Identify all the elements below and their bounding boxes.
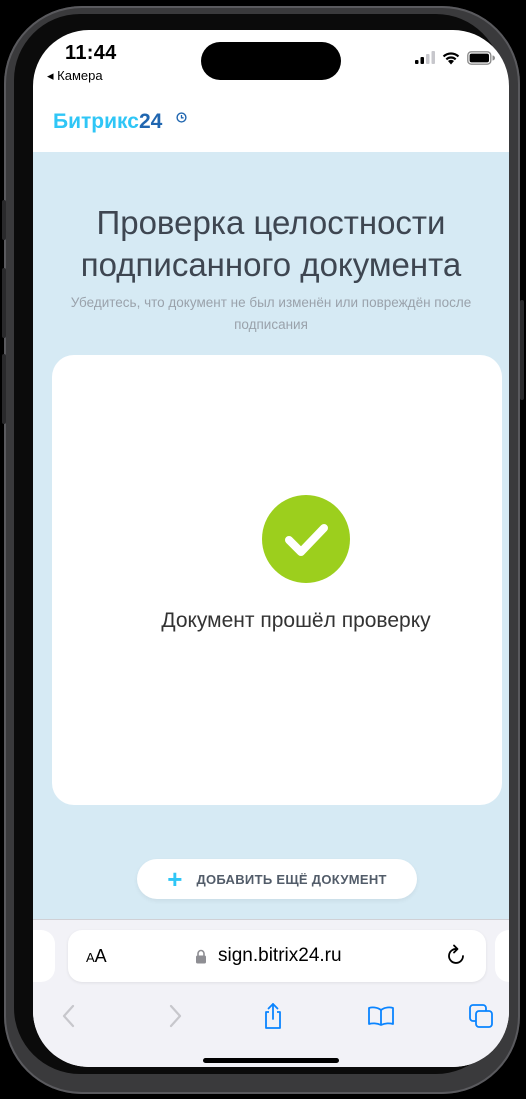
next-tab-preview[interactable] bbox=[495, 930, 509, 982]
status-icons bbox=[415, 50, 495, 65]
text-size-small-a: A bbox=[86, 950, 95, 965]
previous-tab-preview[interactable] bbox=[33, 930, 55, 982]
side-button-mute bbox=[2, 200, 6, 240]
status-bar: 11:44 ◂ Камера bbox=[33, 30, 509, 90]
text-size-button[interactable]: AA bbox=[86, 946, 107, 967]
share-icon[interactable] bbox=[257, 1000, 289, 1032]
dynamic-island bbox=[201, 42, 341, 80]
safari-toolbar bbox=[33, 994, 509, 1038]
page-subtitle: Убедитесь, что документ не был изменён и… bbox=[70, 295, 472, 332]
safari-bottom-bar: AA sign.bitrix24.ru bbox=[33, 919, 509, 1067]
lock-icon bbox=[196, 949, 206, 964]
url-text: sign.bitrix24.ru bbox=[218, 945, 342, 966]
bookmarks-icon[interactable] bbox=[365, 1000, 397, 1032]
home-indicator[interactable] bbox=[203, 1058, 339, 1063]
add-another-document-button[interactable]: + ДОБАВИТЬ ЕЩЁ ДОКУМЕНТ bbox=[137, 859, 417, 899]
page-title: Проверка целостности подписанного докуме… bbox=[80, 204, 462, 283]
back-to-app-link[interactable]: ◂ Камера bbox=[47, 68, 103, 84]
plus-icon: + bbox=[167, 864, 183, 894]
back-icon[interactable] bbox=[53, 1000, 85, 1032]
status-time: 11:44 bbox=[65, 42, 117, 64]
side-button-volume-down bbox=[2, 354, 6, 424]
add-another-document-label: ДОБАВИТЬ ЕЩЁ ДОКУМЕНТ bbox=[196, 871, 387, 887]
side-button-power bbox=[520, 300, 524, 400]
side-button-volume-up bbox=[2, 268, 6, 338]
verification-result-card: Документ прошёл проверку bbox=[52, 355, 502, 805]
success-check-icon bbox=[262, 495, 350, 583]
tabs-icon[interactable] bbox=[465, 1000, 497, 1032]
text-size-large-a: A bbox=[94, 946, 107, 966]
logo-text: Битрикс bbox=[53, 110, 139, 133]
logo-clock-icon bbox=[176, 112, 187, 123]
site-header: Битрикс24 bbox=[33, 90, 509, 153]
battery-icon bbox=[467, 50, 495, 65]
logo-number: 24 bbox=[138, 110, 163, 133]
reload-icon[interactable] bbox=[446, 943, 468, 967]
cellular-signal-icon bbox=[415, 51, 435, 64]
forward-icon[interactable] bbox=[159, 1000, 191, 1032]
screen: 11:44 ◂ Камера Битрикс24 Проверка целост… bbox=[33, 30, 509, 1067]
verification-result-message: Документ прошёл проверку bbox=[161, 609, 431, 632]
page-content: Проверка целостности подписанного докуме… bbox=[33, 152, 509, 919]
address-bar[interactable]: AA sign.bitrix24.ru bbox=[68, 930, 486, 982]
wifi-icon bbox=[442, 52, 460, 65]
bitrix24-logo[interactable]: Битрикс24 bbox=[53, 110, 162, 134]
